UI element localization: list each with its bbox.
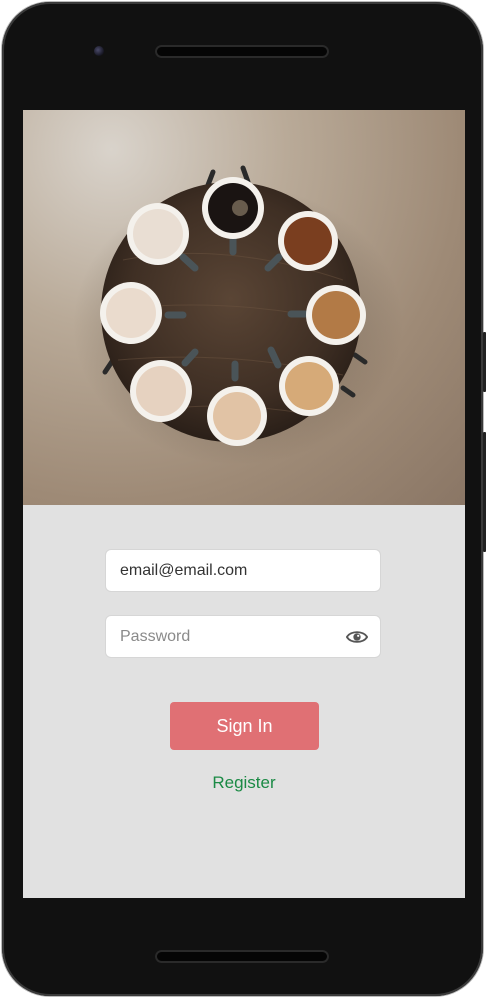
volume-button	[483, 332, 486, 392]
email-field[interactable]	[118, 549, 368, 592]
password-field-container	[106, 615, 380, 658]
front-camera	[94, 46, 104, 56]
sign-in-button[interactable]: Sign In	[170, 702, 319, 750]
coffee-table-illustration	[73, 165, 403, 465]
login-form: Sign In Register	[23, 505, 465, 898]
password-field[interactable]	[118, 615, 346, 658]
bottom-speaker	[155, 950, 329, 963]
email-field-container	[106, 549, 380, 592]
top-speaker	[155, 45, 329, 58]
app-screen: Sign In Register	[23, 110, 465, 898]
eye-icon[interactable]	[346, 629, 368, 645]
register-link[interactable]: Register	[23, 773, 465, 793]
phone-frame: Sign In Register	[2, 2, 486, 996]
hero-image	[23, 110, 465, 505]
power-button	[483, 432, 486, 552]
